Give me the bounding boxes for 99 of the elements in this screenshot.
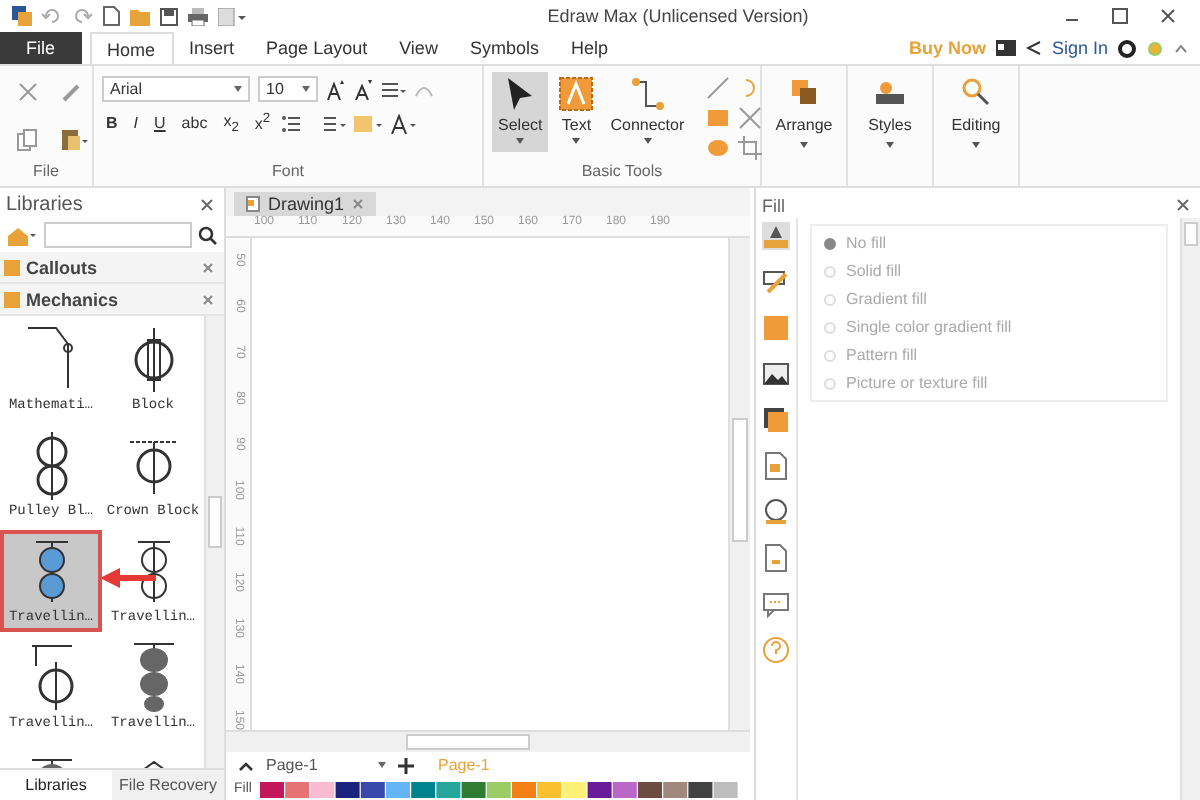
tool-button[interactable]: Select (492, 72, 549, 152)
caret-icon (643, 138, 652, 144)
search-icon (960, 76, 992, 108)
connector-icon (629, 76, 666, 112)
ribbon-menu-button[interactable]: Arrange (775, 72, 833, 152)
caret-icon (885, 142, 894, 148)
app-logo-icon (12, 6, 32, 26)
scrollbar[interactable] (226, 730, 750, 752)
image-icon[interactable] (762, 360, 790, 388)
document-icon (246, 196, 260, 212)
group-label: File (31, 162, 61, 184)
font-size-field[interactable]: 10 (258, 76, 318, 102)
group-label: Font (269, 162, 306, 184)
ribbon-menu-button[interactable]: Styles (868, 72, 912, 152)
help-icon[interactable] (762, 636, 790, 664)
ribbon-tab[interactable]: Symbols (453, 32, 555, 64)
ribbon-tab[interactable]: View (383, 32, 454, 64)
share-icon[interactable] (1025, 40, 1042, 56)
home-icon[interactable] (6, 225, 38, 245)
ribbon-menu-button[interactable]: Editing (951, 72, 1001, 152)
tool-button[interactable]: Text (552, 72, 601, 152)
scissors-icon[interactable] (16, 80, 40, 104)
numbered-list-icon[interactable] (318, 113, 347, 134)
copy-icon[interactable] (16, 127, 40, 151)
caret-icon (972, 142, 980, 148)
grow-font-icon[interactable] (326, 79, 346, 99)
collapse-ribbon-icon[interactable] (1174, 42, 1188, 54)
scrollbar[interactable] (1180, 218, 1200, 800)
format-button[interactable]: abc (177, 114, 212, 133)
format-button[interactable]: U (150, 114, 170, 133)
ribbon-tab[interactable]: Home (89, 32, 174, 64)
scrollbar[interactable] (728, 238, 750, 730)
text-box-icon (558, 76, 595, 112)
caret-icon (800, 142, 808, 148)
format-button[interactable]: I (129, 114, 143, 133)
ribbon-tab[interactable]: Help (554, 32, 624, 64)
search-icon[interactable] (198, 225, 218, 245)
close-icon[interactable] (202, 293, 214, 305)
caret-icon (516, 138, 525, 144)
align-icon[interactable] (382, 79, 406, 99)
cursor-icon (504, 76, 537, 112)
radio-button[interactable] (824, 237, 836, 249)
sun-icon[interactable] (1146, 39, 1164, 57)
comment-icon[interactable] (762, 590, 790, 618)
group-label: Basic Tools (579, 162, 665, 184)
ellipse-icon[interactable] (706, 136, 731, 160)
brush-icon[interactable] (60, 80, 84, 104)
close-icon[interactable] (1176, 198, 1190, 212)
chevron-up-icon[interactable] (238, 759, 254, 771)
sign-in-link[interactable]: Sign In (1051, 38, 1108, 58)
crop-icon[interactable] (738, 136, 763, 160)
format-button[interactable]: x$_{2}$ (219, 112, 243, 136)
globe-icon[interactable] (762, 498, 790, 526)
styles-icon (873, 76, 906, 108)
layers-icon[interactable] (762, 406, 790, 434)
paint-bucket-icon[interactable] (762, 222, 790, 250)
pen-icon[interactable] (762, 268, 790, 296)
paste-icon[interactable] (60, 127, 88, 151)
format-button[interactable]: x$^{2}$ (250, 112, 275, 135)
document-icon[interactable] (762, 452, 790, 480)
ribbon-tab[interactable]: Page Layout (250, 32, 384, 64)
fill-color-icon[interactable] (762, 314, 790, 342)
export-icon[interactable] (218, 7, 246, 25)
close-icon[interactable] (200, 198, 214, 212)
file-menu-tab[interactable]: File (0, 32, 82, 64)
arrow-icon (100, 568, 156, 588)
page-icon[interactable] (762, 544, 790, 572)
shrink-font-icon[interactable] (354, 79, 374, 99)
panel-tab[interactable]: File Recovery (112, 770, 224, 800)
scrollbar[interactable] (204, 316, 224, 768)
window-title: Edraw Max (Unlicensed Version) (545, 6, 811, 26)
settings-icon[interactable] (1118, 39, 1136, 57)
line-icon[interactable] (706, 76, 731, 100)
font-name-field[interactable]: Arial (102, 76, 250, 102)
panel-title: Fill (762, 195, 785, 215)
save-icon[interactable] (160, 7, 178, 25)
undo-icon[interactable] (42, 6, 62, 26)
format-button[interactable]: B (102, 114, 122, 133)
folder-icon[interactable] (130, 7, 150, 25)
arrange-icon (788, 76, 820, 108)
font-color-icon[interactable] (390, 113, 419, 134)
color-palette[interactable] (259, 781, 740, 797)
close-icon[interactable] (1160, 8, 1176, 24)
ribbon-tab[interactable]: Insert (173, 32, 251, 64)
cross-icon[interactable] (738, 106, 763, 130)
print-icon[interactable] (188, 7, 208, 25)
add-icon[interactable] (398, 757, 414, 773)
redo-icon[interactable] (72, 6, 92, 26)
page-dropdown[interactable]: Page-1 (266, 756, 386, 774)
library-search-field[interactable] (44, 222, 192, 248)
close-icon[interactable] (202, 261, 214, 273)
panel-title: Libraries (6, 194, 83, 216)
maximize-icon[interactable] (1112, 8, 1128, 24)
id-card-icon[interactable] (995, 40, 1016, 56)
tool-button[interactable]: Connector (604, 72, 691, 152)
document-tab[interactable]: Drawing1 (234, 192, 377, 216)
rectangle-icon[interactable] (706, 106, 731, 130)
new-file-icon[interactable] (102, 6, 120, 26)
caret-icon (572, 138, 581, 144)
